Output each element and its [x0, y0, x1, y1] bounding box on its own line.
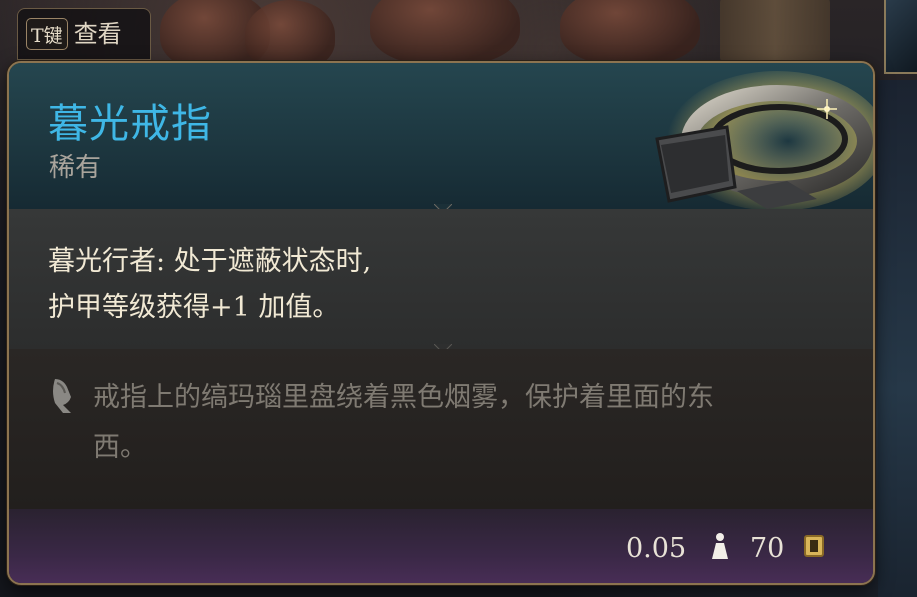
tooltip-flavor-section: 戒指上的缟玛瑙里盘绕着黑色烟雾，保护着里面的东 西。: [9, 349, 873, 509]
item-weight: 0.05: [626, 533, 687, 564]
gold-coin-icon: [804, 535, 824, 557]
background-pot: [245, 0, 335, 70]
tooltip-header: 暮光戒指 稀有: [9, 63, 873, 211]
background-pot: [560, 0, 700, 65]
effect-line: 暮光行者: 处于遮蔽状态时,: [48, 246, 372, 277]
background-scenery: [878, 80, 917, 597]
tooltip-effect-section: 暮光行者: 处于遮蔽状态时, 护甲等级获得+1 加值。: [9, 209, 873, 349]
key-hint-label: 查看: [73, 20, 122, 48]
item-name: 暮光戒指: [48, 101, 212, 147]
item-flavor-text: 戒指上的缟玛瑙里盘绕着黑色烟雾，保护着里面的东 西。: [93, 373, 853, 473]
keybind-cap: T键: [26, 18, 68, 50]
item-rarity: 稀有: [49, 153, 102, 183]
item-price: 70: [750, 533, 785, 564]
ring-icon: [655, 71, 873, 211]
background-pot: [370, 0, 520, 65]
weight-icon: [712, 533, 728, 559]
key-hint[interactable]: T键 查看: [17, 8, 151, 60]
quill-icon: [53, 379, 71, 413]
item-effect: 暮光行者: 处于遮蔽状态时, 护甲等级获得+1 加值。: [48, 239, 688, 331]
flavor-line: 戒指上的缟玛瑙里盘绕着黑色烟雾，保护着里面的东: [93, 382, 714, 413]
effect-line: 护甲等级获得+1 加值。: [48, 292, 340, 323]
flavor-line: 西。: [93, 432, 147, 463]
tooltip-footer: 0.05 70: [9, 509, 873, 583]
inventory-slot[interactable]: [884, 0, 917, 74]
item-tooltip: 暮光戒指 稀有 暮光行者: 处于遮蔽状态时, 护甲等级获得+1 加值。 戒指上的…: [7, 61, 875, 585]
background-barrel: [720, 0, 830, 65]
